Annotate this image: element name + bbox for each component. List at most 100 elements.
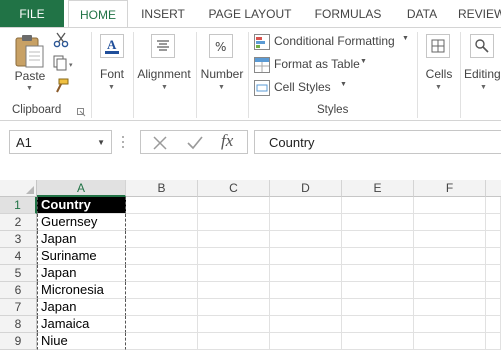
- cell-a6[interactable]: Micronesia: [37, 282, 126, 299]
- cell-f4[interactable]: [414, 248, 486, 265]
- cell-b7[interactable]: [126, 299, 198, 316]
- row-header-1[interactable]: 1: [0, 197, 37, 214]
- formula-bar-grip-icon[interactable]: [121, 133, 125, 151]
- cell-a1[interactable]: Country: [37, 197, 126, 214]
- cell-f7[interactable]: [414, 299, 486, 316]
- cell-b9[interactable]: [126, 333, 198, 350]
- format-painter-icon[interactable]: [53, 78, 69, 94]
- row-header-3[interactable]: 3: [0, 231, 37, 248]
- number-format-icon[interactable]: %: [209, 34, 233, 58]
- editing-label[interactable]: Editing: [464, 67, 501, 81]
- cell-g4[interactable]: [486, 248, 501, 265]
- cell-f6[interactable]: [414, 282, 486, 299]
- column-header-d[interactable]: D: [270, 180, 342, 197]
- cell-a8[interactable]: Jamaica: [37, 316, 126, 333]
- row-header-2[interactable]: 2: [0, 214, 37, 231]
- cell-c6[interactable]: [198, 282, 270, 299]
- cell-e4[interactable]: [342, 248, 414, 265]
- font-label[interactable]: Font: [96, 67, 128, 81]
- paste-icon[interactable]: [13, 34, 47, 70]
- cell-e3[interactable]: [342, 231, 414, 248]
- cell-g6[interactable]: [486, 282, 501, 299]
- cell-g3[interactable]: [486, 231, 501, 248]
- column-header-f[interactable]: F: [414, 180, 486, 197]
- cell-b4[interactable]: [126, 248, 198, 265]
- tab-formulas[interactable]: FORMULAS: [308, 0, 388, 28]
- cell-a3[interactable]: Japan: [37, 231, 126, 248]
- cell-d2[interactable]: [270, 214, 342, 231]
- cell-c9[interactable]: [198, 333, 270, 350]
- cell-g5[interactable]: [486, 265, 501, 282]
- cell-d1[interactable]: [270, 197, 342, 214]
- row-header-4[interactable]: 4: [0, 248, 37, 265]
- insert-function-icon[interactable]: fx: [221, 131, 233, 151]
- column-header-b[interactable]: B: [126, 180, 198, 197]
- cell-d7[interactable]: [270, 299, 342, 316]
- cell-styles-button[interactable]: Cell Styles ▼: [254, 78, 354, 98]
- cell-b8[interactable]: [126, 316, 198, 333]
- font-icon[interactable]: A: [100, 34, 124, 58]
- cell-a9[interactable]: Niue: [37, 333, 126, 350]
- column-header-c[interactable]: C: [198, 180, 270, 197]
- alignment-dropdown-icon[interactable]: ▼: [161, 84, 168, 91]
- cell-f1[interactable]: [414, 197, 486, 214]
- format-as-table-button[interactable]: Format as Table ▼: [254, 55, 374, 75]
- editing-dropdown-icon[interactable]: ▼: [480, 84, 487, 91]
- tab-insert[interactable]: INSERT: [134, 0, 192, 28]
- cell-b5[interactable]: [126, 265, 198, 282]
- cell-f5[interactable]: [414, 265, 486, 282]
- cell-f2[interactable]: [414, 214, 486, 231]
- paste-label[interactable]: Paste: [12, 69, 48, 83]
- cell-c5[interactable]: [198, 265, 270, 282]
- cell-c4[interactable]: [198, 248, 270, 265]
- cell-d9[interactable]: [270, 333, 342, 350]
- cell-e8[interactable]: [342, 316, 414, 333]
- cell-g2[interactable]: [486, 214, 501, 231]
- cell-c3[interactable]: [198, 231, 270, 248]
- cell-g9[interactable]: [486, 333, 501, 350]
- cells-icon[interactable]: [426, 34, 450, 58]
- font-dropdown-icon[interactable]: ▼: [108, 84, 115, 91]
- conditional-formatting-button[interactable]: Conditional Formatting ▼: [254, 32, 414, 52]
- alignment-icon[interactable]: [151, 34, 175, 58]
- tab-page-layout[interactable]: PAGE LAYOUT: [198, 0, 302, 28]
- row-header-7[interactable]: 7: [0, 299, 37, 316]
- tab-home[interactable]: HOME: [68, 0, 128, 29]
- tab-review[interactable]: REVIEW: [458, 0, 501, 28]
- row-header-8[interactable]: 8: [0, 316, 37, 333]
- cell-c7[interactable]: [198, 299, 270, 316]
- cell-a2[interactable]: Guernsey: [37, 214, 126, 231]
- cell-c1[interactable]: [198, 197, 270, 214]
- row-header-6[interactable]: 6: [0, 282, 37, 299]
- cells-dropdown-icon[interactable]: ▼: [435, 84, 442, 91]
- cell-b6[interactable]: [126, 282, 198, 299]
- cell-g7[interactable]: [486, 299, 501, 316]
- cell-e6[interactable]: [342, 282, 414, 299]
- paste-dropdown-icon[interactable]: ▼: [26, 85, 33, 92]
- clipboard-launcher-icon[interactable]: [77, 106, 86, 117]
- cell-a4[interactable]: Suriname: [37, 248, 126, 265]
- enter-check-icon[interactable]: [185, 134, 205, 155]
- editing-icon[interactable]: [470, 34, 494, 58]
- cell-g1[interactable]: [486, 197, 501, 214]
- cell-d3[interactable]: [270, 231, 342, 248]
- cell-a7[interactable]: Japan: [37, 299, 126, 316]
- tab-data[interactable]: DATA: [394, 0, 450, 28]
- cell-e7[interactable]: [342, 299, 414, 316]
- cell-d4[interactable]: [270, 248, 342, 265]
- row-header-5[interactable]: 5: [0, 265, 37, 282]
- cell-c2[interactable]: [198, 214, 270, 231]
- cells-label[interactable]: Cells: [421, 67, 457, 81]
- cell-f9[interactable]: [414, 333, 486, 350]
- cut-icon[interactable]: [53, 32, 69, 48]
- cell-b2[interactable]: [126, 214, 198, 231]
- chevron-down-icon[interactable]: ▼: [97, 138, 105, 147]
- column-header-e[interactable]: E: [342, 180, 414, 197]
- alignment-label[interactable]: Alignment: [135, 67, 193, 81]
- select-all-button[interactable]: [0, 180, 37, 197]
- cell-d8[interactable]: [270, 316, 342, 333]
- cell-c8[interactable]: [198, 316, 270, 333]
- cell-f3[interactable]: [414, 231, 486, 248]
- cell-g8[interactable]: [486, 316, 501, 333]
- column-header-g[interactable]: [486, 180, 501, 197]
